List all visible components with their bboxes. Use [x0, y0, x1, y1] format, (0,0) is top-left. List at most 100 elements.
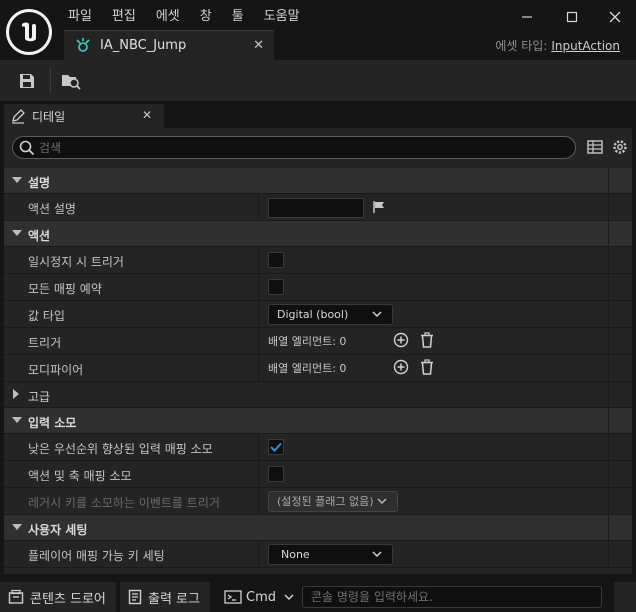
- search-input[interactable]: [39, 139, 559, 157]
- content-drawer-button[interactable]: 콘텐츠 드로어: [0, 582, 116, 612]
- search-icon: [19, 140, 35, 156]
- document-tab[interactable]: IA_NBC_Jump ✕: [64, 30, 274, 60]
- collapse-arrow-icon: [12, 230, 22, 236]
- property-row: 플레이어 매핑 가능 키 세팅 None: [4, 541, 632, 568]
- cmd-label: Cmd: [246, 589, 276, 605]
- trash-icon[interactable]: [418, 358, 436, 376]
- close-details-icon[interactable]: ✕: [142, 108, 152, 122]
- chevron-down-icon: [372, 551, 382, 558]
- property-label: 모든 매핑 예약: [28, 282, 102, 296]
- chevron-down-icon: [372, 311, 382, 318]
- menu-asset[interactable]: 에셋: [146, 4, 190, 30]
- chevron-down-icon: [377, 498, 387, 505]
- expand-arrow-icon: [13, 389, 19, 399]
- menu-window[interactable]: 창: [190, 4, 222, 30]
- property-label: 값 타입: [28, 309, 65, 323]
- console-command-input[interactable]: [303, 587, 601, 607]
- property-label: 플레이어 매핑 가능 키 세팅: [28, 549, 165, 563]
- asset-type-label: 에셋 타입:: [495, 39, 548, 53]
- property-row: 레거시 키를 소모하는 이벤트를 트리거 (설정된 플래그 없음): [4, 488, 632, 515]
- menu-edit[interactable]: 편집: [102, 4, 146, 30]
- add-element-icon[interactable]: [392, 331, 410, 349]
- details-tab[interactable]: 디테일 ✕: [4, 104, 164, 128]
- cmd-dropdown[interactable]: Cmd: [216, 582, 298, 612]
- trigger-when-paused-checkbox[interactable]: [268, 252, 284, 268]
- property-label: 액션 및 축 매핑 소모: [28, 469, 132, 483]
- property-label: 액션 설명: [28, 202, 76, 216]
- bottom-right-panel: [614, 582, 636, 612]
- pencil-icon: [12, 109, 25, 124]
- trash-icon[interactable]: [418, 331, 436, 349]
- menu-help[interactable]: 도움말: [254, 4, 310, 30]
- property-label: 낮은 우선순위 향상된 입력 매핑 소모: [28, 442, 213, 456]
- browse-asset-icon[interactable]: [58, 68, 84, 94]
- property-row: 액션 및 축 매핑 소모: [4, 461, 632, 488]
- property-row: 액션 설명: [4, 194, 632, 221]
- property-row: 모디파이어 배열 엘리먼트: 0: [4, 355, 632, 382]
- property-row: 일시정지 시 트리거: [4, 247, 632, 274]
- property-label: 레거시 키를 소모하는 이벤트를 트리거: [28, 496, 220, 510]
- add-element-icon[interactable]: [392, 358, 410, 376]
- property-label: 트리거: [28, 336, 62, 350]
- close-window-icon[interactable]: [594, 4, 636, 30]
- console-command-box[interactable]: [302, 586, 602, 608]
- category-label: 고급: [28, 390, 51, 404]
- category-advanced[interactable]: 고급: [4, 382, 632, 408]
- action-description-input[interactable]: [268, 198, 364, 218]
- content-drawer-label: 콘텐츠 드로어: [30, 591, 106, 607]
- category-label: 액션: [28, 229, 51, 243]
- chevron-down-icon: [284, 593, 294, 600]
- property-row: 낮은 우선순위 향상된 입력 매핑 소모: [4, 434, 632, 461]
- maximize-icon[interactable]: [551, 4, 593, 30]
- property-row: 트리거 배열 엘리먼트: 0: [4, 328, 632, 355]
- category-label: 입력 소모: [28, 416, 77, 430]
- minimize-icon[interactable]: [506, 4, 548, 30]
- property-label: 모디파이어: [28, 363, 84, 377]
- toolbar: [0, 60, 636, 102]
- close-tab-icon[interactable]: ✕: [253, 38, 264, 53]
- localization-flag-icon[interactable]: [372, 200, 386, 214]
- property-matrix-icon[interactable]: [587, 139, 603, 158]
- collapse-arrow-icon: [12, 177, 22, 183]
- value-type-dropdown[interactable]: Digital (bool): [268, 304, 393, 325]
- player-mappable-dropdown[interactable]: None: [268, 544, 393, 565]
- property-label: 일시정지 시 트리거: [28, 255, 124, 269]
- category-description[interactable]: 설명: [4, 168, 632, 194]
- save-icon[interactable]: [14, 68, 40, 94]
- consume-action-axis-checkbox[interactable]: [268, 466, 284, 482]
- content-drawer-icon: [8, 589, 24, 604]
- legacy-trigger-dropdown[interactable]: (설정된 플래그 없음): [268, 491, 398, 512]
- property-row: 모든 매핑 예약: [4, 274, 632, 301]
- consume-lower-priority-checkbox[interactable]: [268, 439, 284, 455]
- array-count: 배열 엘리먼트: 0: [268, 362, 347, 375]
- output-log-label: 출력 로그: [148, 591, 200, 607]
- details-panel: 설명 액션 설명 액션 일시정지 시 트리거: [4, 128, 632, 574]
- unreal-logo-icon[interactable]: [6, 9, 52, 55]
- category-user-settings[interactable]: 사용자 세팅: [4, 515, 632, 541]
- legacy-trigger-value: (설정된 플래그 없음): [277, 495, 374, 508]
- category-label: 사용자 세팅: [28, 523, 88, 537]
- property-list: 설명 액션 설명 액션 일시정지 시 트리거 모든 매핑 예약 값 타입 Dig…: [4, 168, 632, 568]
- details-tab-row: 디테일 ✕: [0, 102, 636, 128]
- terminal-icon: [224, 590, 242, 604]
- category-input-consumption[interactable]: 입력 소모: [4, 408, 632, 434]
- category-label: 설명: [28, 176, 51, 190]
- reserve-all-mappings-checkbox[interactable]: [268, 279, 284, 295]
- category-action[interactable]: 액션: [4, 221, 632, 247]
- output-log-button[interactable]: 출력 로그: [120, 582, 210, 612]
- toolbar-divider: [50, 68, 51, 94]
- asset-type-link[interactable]: InputAction: [551, 39, 620, 53]
- title-bar: 파일 편집 에셋 창 툴 도움말 IA_NBC_Jump ✕ 에셋 타입: Inp…: [0, 0, 636, 60]
- checkmark-icon: [270, 442, 282, 452]
- document-tab-label: IA_NBC_Jump: [100, 38, 187, 53]
- bottom-bar: 콘텐츠 드로어 출력 로그 Cmd: [0, 581, 636, 612]
- search-box[interactable]: [12, 136, 576, 159]
- gear-icon[interactable]: [611, 138, 629, 159]
- player-mappable-value: None: [281, 548, 310, 561]
- collapse-arrow-icon: [12, 417, 22, 423]
- menu-bar: 파일 편집 에셋 창 툴 도움말: [58, 4, 310, 30]
- value-type-value: Digital (bool): [277, 308, 349, 321]
- collapse-arrow-icon: [12, 524, 22, 530]
- menu-tools[interactable]: 툴: [222, 4, 254, 30]
- menu-file[interactable]: 파일: [58, 4, 102, 30]
